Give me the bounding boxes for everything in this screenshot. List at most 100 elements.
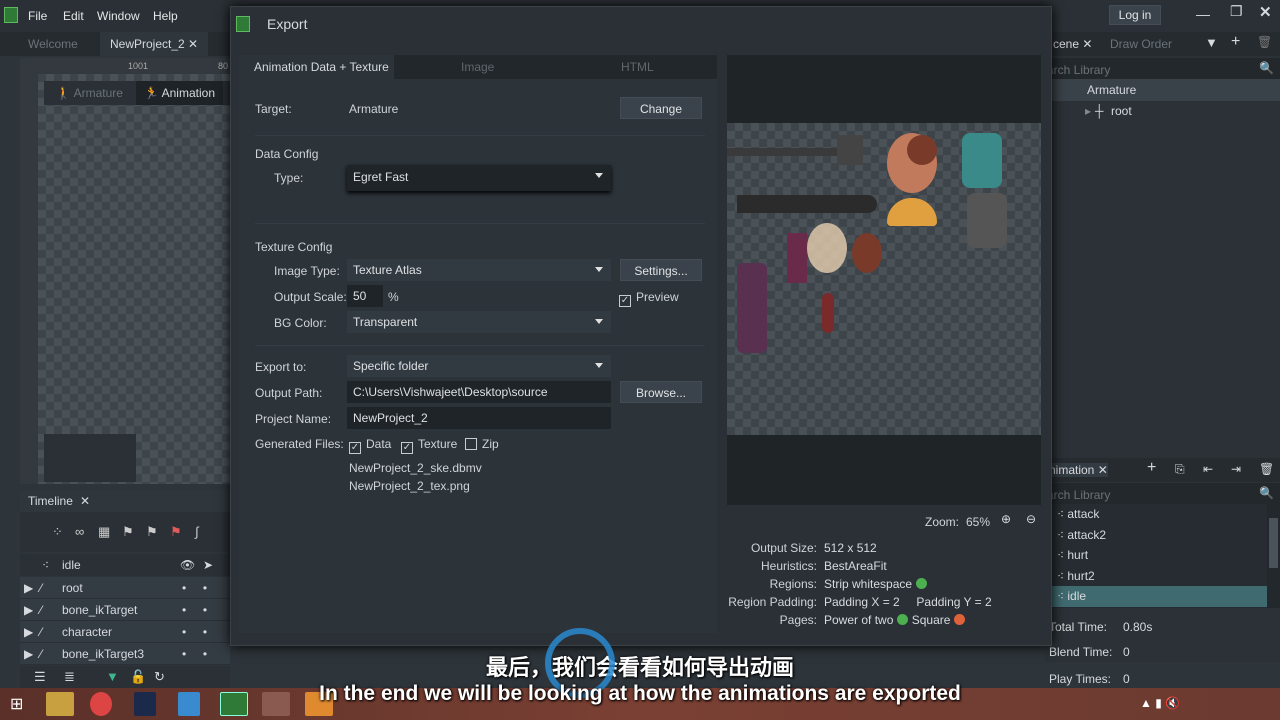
ruler-label: 1001 [128, 61, 149, 71]
timeline-tab[interactable]: Timeline ✕ [20, 490, 230, 512]
zoom-in-icon[interactable]: ⊕ [1001, 512, 1011, 526]
menu-window[interactable]: Window [97, 9, 140, 23]
subtitle-english: In the end we will be looking at how the… [319, 682, 961, 705]
expand-icon[interactable]: ▶ [24, 599, 33, 621]
bone-row[interactable]: ▶ ⁄ bone_ikTarget • • [20, 599, 230, 621]
output-size-label: Output Size: [750, 541, 817, 555]
texture-checkbox[interactable]: ✓ Texture [401, 437, 457, 454]
search-icon[interactable]: 🔍 [1259, 486, 1274, 500]
export-to-dropdown[interactable]: Specific folder [347, 355, 611, 377]
bone-row[interactable]: ▶ ⁄ root • • [20, 577, 230, 599]
curve-icon[interactable]: ∫ [195, 524, 199, 539]
change-button[interactable]: Change [620, 97, 702, 119]
expand-icon[interactable]: ▶ [24, 621, 33, 643]
list-item[interactable]: ⁖ hurt [1045, 545, 1267, 566]
tab-animation[interactable]: 🏃 Animation [136, 81, 223, 105]
scene-search[interactable]: arch Library 🔍 [1045, 58, 1280, 80]
close-icon[interactable]: ✕ [80, 494, 90, 508]
close-icon[interactable]: ✕ [1082, 37, 1092, 51]
bg-color-dropdown[interactable]: Transparent [347, 311, 611, 333]
texture-preview[interactable] [727, 55, 1041, 505]
eye-icon[interactable]: 👁 [180, 554, 195, 576]
export-icon[interactable]: ⇥ [1231, 462, 1241, 476]
tab-image[interactable]: Image [461, 60, 494, 74]
minimize-icon[interactable]: — [1196, 6, 1210, 22]
bone-row[interactable]: ▶ ⁄ character • • [20, 621, 230, 643]
checkbox-checked-icon[interactable]: ✓ [349, 442, 361, 454]
tab-animation-data-texture[interactable]: Animation Data + Texture [239, 55, 394, 79]
cursor-icon[interactable]: ➤ [203, 554, 213, 576]
add-icon[interactable]: + [1147, 459, 1156, 477]
zip-checkbox[interactable]: Zip [465, 437, 499, 451]
auto-key-icon[interactable]: ⚑ [170, 524, 182, 540]
animation-tabs: nimation ✕ + ⎘ ⇤ ⇥ 🗑 [1045, 458, 1280, 482]
bake-icon[interactable]: ▦ [98, 524, 110, 540]
tab-draw-order[interactable]: Draw Order [1110, 37, 1172, 51]
zoom-out-icon[interactable]: ⊖ [1026, 512, 1036, 526]
timeline-anim-row[interactable]: ⁖ idle 👁 ➤ [20, 554, 230, 576]
output-path-input[interactable]: C:\Users\Vishwajeet\Desktop\source [347, 381, 611, 403]
preview-checkbox[interactable]: ✓ Preview [619, 290, 679, 307]
close-icon[interactable]: ✕ [1098, 463, 1108, 477]
label: character [62, 625, 113, 639]
project-name-input[interactable]: NewProject_2 [347, 407, 611, 429]
checkbox-unchecked-icon[interactable] [465, 438, 477, 450]
settings-button[interactable]: Settings... [620, 259, 702, 281]
output-size-value: 512 x 512 [824, 541, 877, 555]
data-checkbox[interactable]: ✓ Data [349, 437, 391, 454]
expand-icon[interactable]: ▸ [1085, 100, 1091, 122]
image-type-label: Image Type: [274, 264, 340, 278]
close-icon[interactable]: ✕ [1259, 3, 1272, 21]
canvas[interactable] [38, 74, 230, 484]
import-icon[interactable]: ⇤ [1203, 462, 1213, 476]
ruler-horizontal: 1001 80 [20, 58, 230, 74]
tab-newproject[interactable]: NewProject_2 ✕ [100, 32, 209, 56]
tab-armature[interactable]: 🚶 Armature [56, 86, 123, 100]
menu-help[interactable]: Help [153, 9, 178, 23]
list-item[interactable]: ⁖ attack [1045, 504, 1267, 525]
delete-icon[interactable]: 🗑 [1259, 462, 1274, 476]
copy-icon[interactable]: ⎘ [1175, 462, 1185, 477]
expand-icon[interactable]: ▶ [24, 577, 33, 599]
tree-item-root[interactable]: ▸ ┼ root [1045, 100, 1280, 122]
tab-animation-library[interactable]: nimation ✕ [1049, 463, 1108, 477]
type-dropdown[interactable]: Egret Fast [347, 165, 611, 191]
close-icon[interactable]: ✕ [188, 37, 198, 51]
next-flag-icon[interactable]: ⚑ [146, 524, 158, 540]
texture-config-heading: Texture Config [255, 240, 333, 254]
tab-scene[interactable]: cene ✕ [1053, 37, 1092, 51]
image-type-dropdown[interactable]: Texture Atlas [347, 259, 611, 281]
label: Strip whitespace [824, 577, 913, 591]
restore-icon[interactable]: ❐ [1230, 3, 1243, 20]
layer-visibility-grid[interactable] [44, 434, 136, 482]
output-scale-input[interactable]: 50 [347, 285, 383, 307]
cross-icon [954, 614, 966, 625]
target-label: Target: [255, 102, 292, 116]
checkbox-checked-icon[interactable]: ✓ [401, 442, 413, 454]
login-button[interactable]: Log in [1109, 5, 1161, 25]
divider [255, 223, 705, 224]
delete-icon[interactable]: 🗑 [1257, 35, 1272, 49]
checkbox-checked-icon[interactable]: ✓ [619, 295, 631, 307]
search-icon[interactable]: 🔍 [1259, 61, 1274, 75]
filter-icon[interactable]: ▼ [1205, 35, 1218, 50]
tab-html[interactable]: HTML [621, 60, 654, 74]
region-padding-label: Region Padding: [728, 595, 817, 609]
label: root [62, 581, 83, 595]
total-time-value[interactable]: 0.80s [1123, 620, 1152, 634]
menu-file[interactable]: File [28, 9, 47, 23]
tree-item-armature[interactable]: Armature [1045, 79, 1280, 101]
add-icon[interactable]: + [1231, 33, 1240, 51]
pages-value: Power of two Square [824, 613, 966, 627]
tab-welcome[interactable]: Welcome [18, 32, 88, 56]
animation-search[interactable]: arch Library 🔍 [1045, 483, 1280, 505]
list-item[interactable]: ⁖ hurt2 [1045, 566, 1267, 587]
keyframe-icon[interactable]: ⁘ [52, 524, 63, 540]
browse-button[interactable]: Browse... [620, 381, 702, 403]
list-item-selected[interactable]: ⁖ idle [1045, 586, 1267, 607]
tween-icon[interactable]: ∞ [75, 524, 84, 539]
prev-flag-icon[interactable]: ⚑ [122, 524, 134, 540]
scrollbar[interactable] [1267, 504, 1280, 608]
menu-edit[interactable]: Edit [63, 9, 84, 23]
list-item[interactable]: ⁖ attack2 [1045, 525, 1267, 546]
